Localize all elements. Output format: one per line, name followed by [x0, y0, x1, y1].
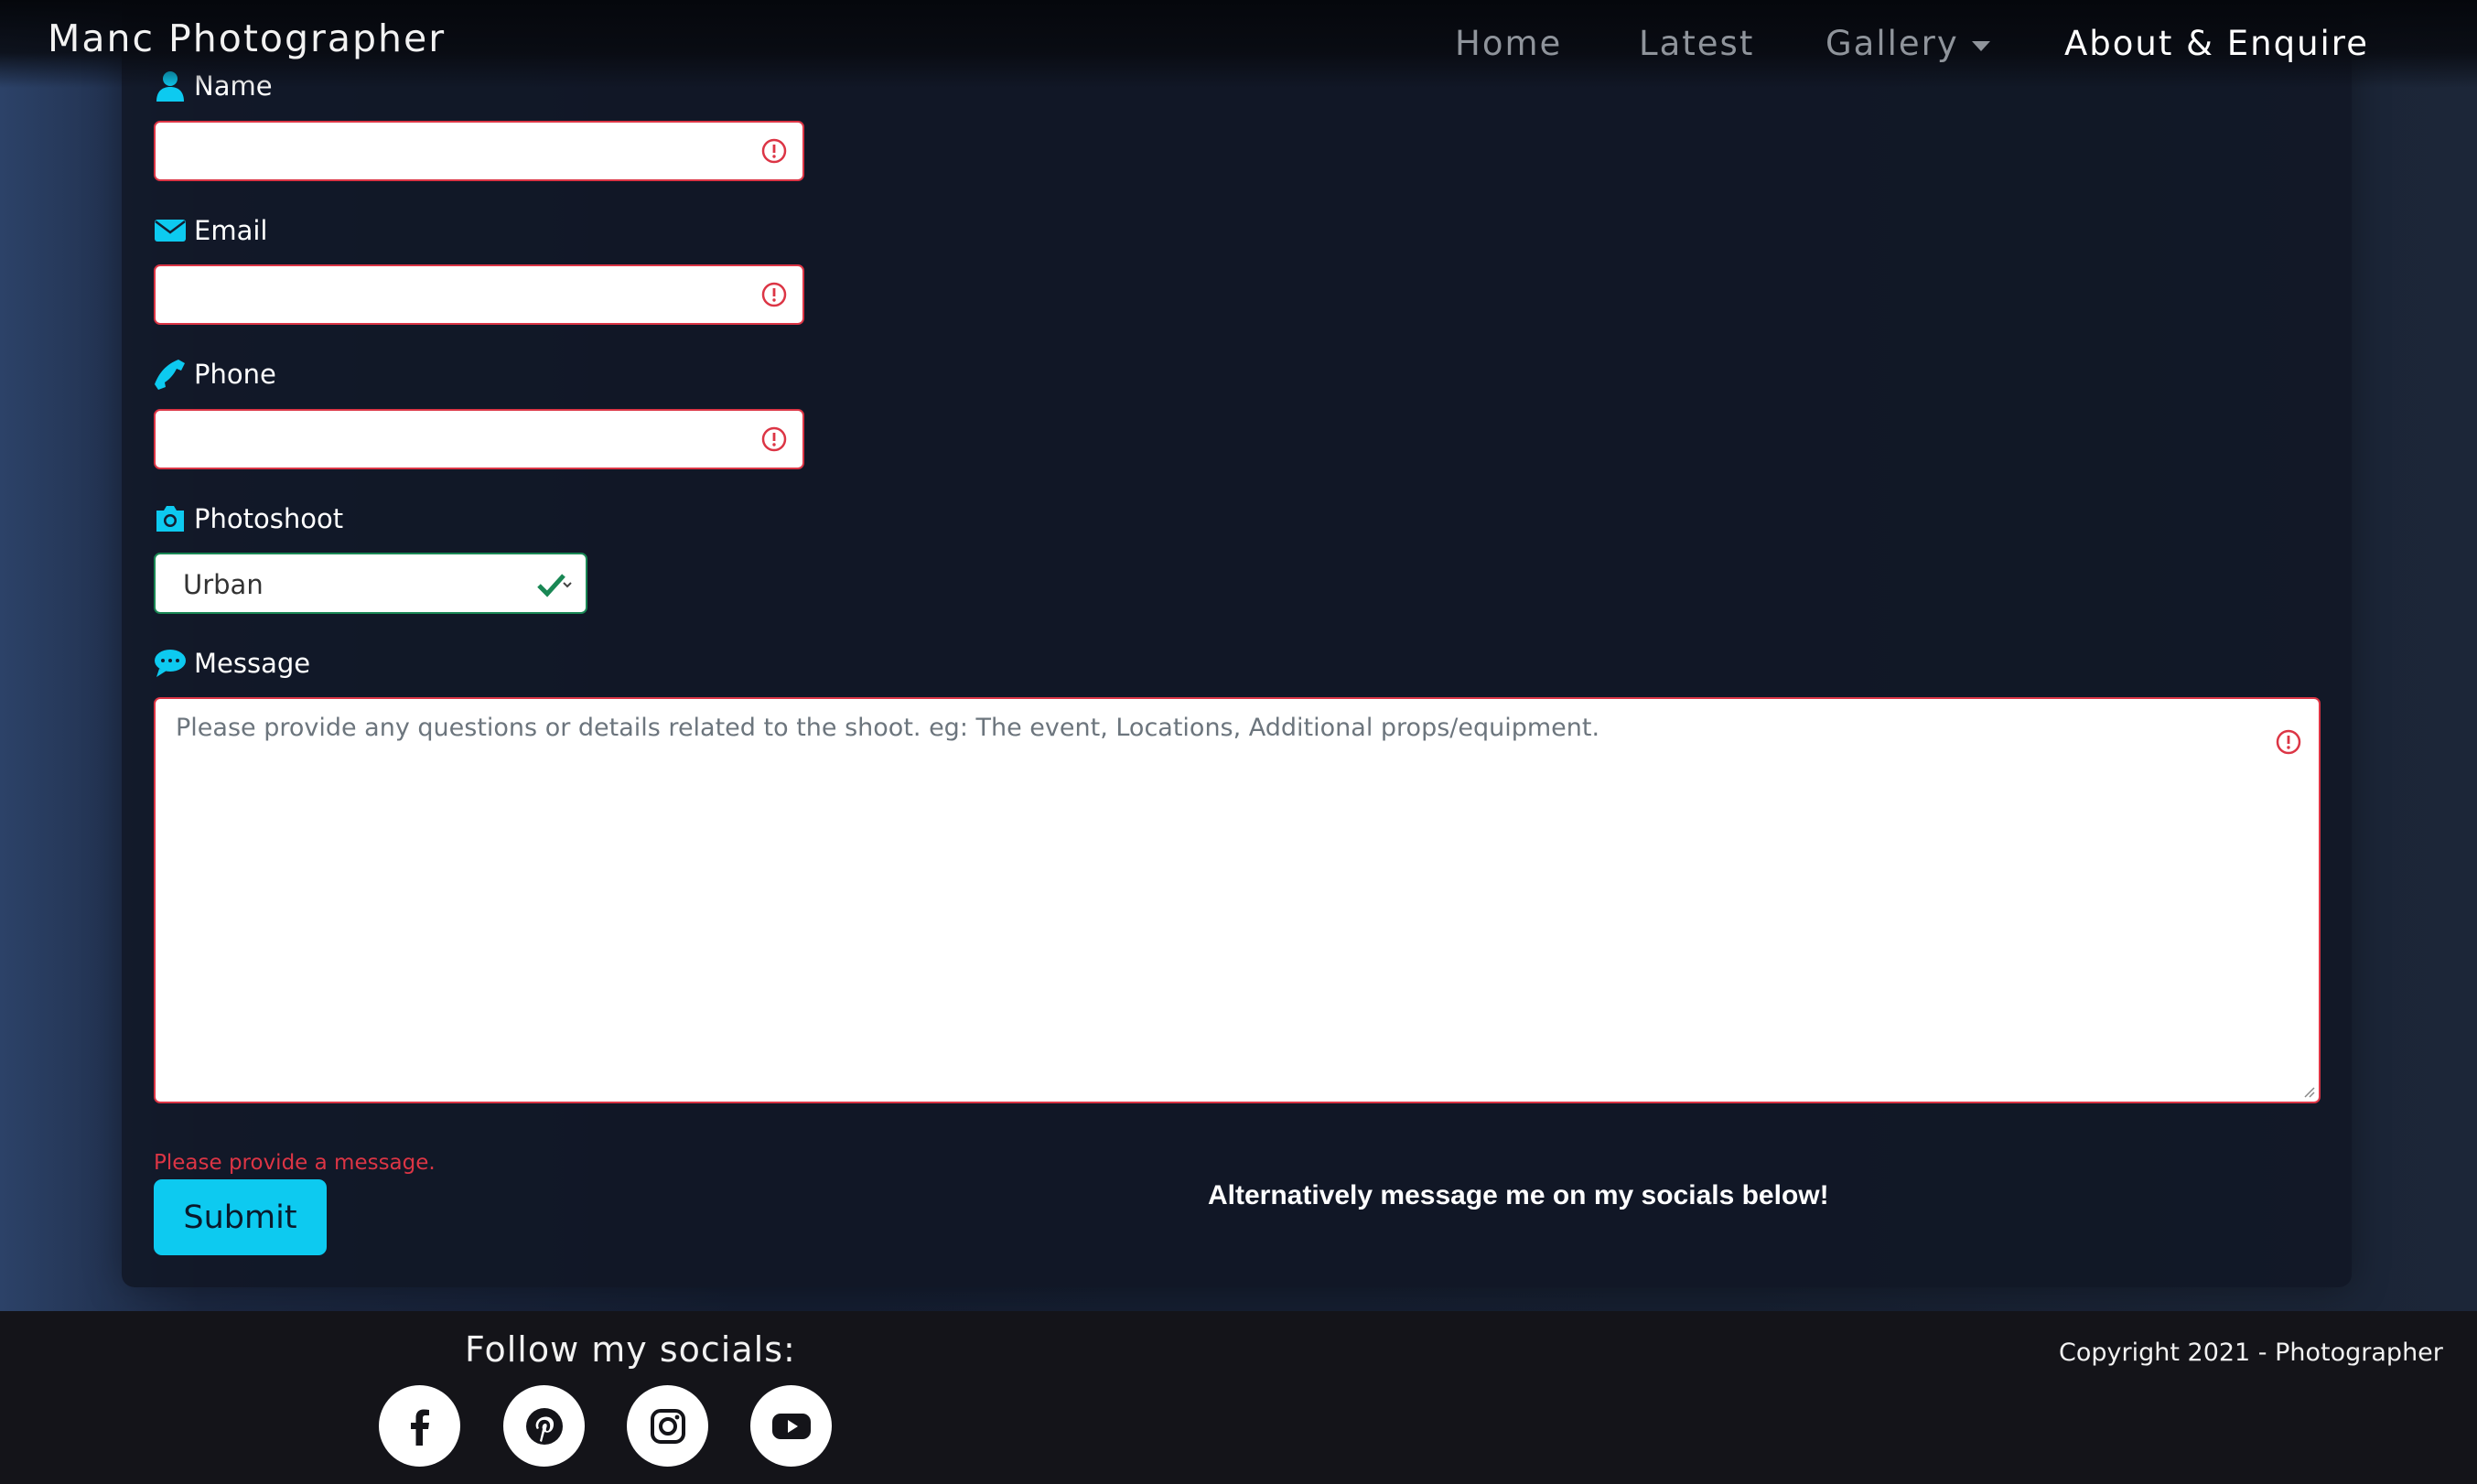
- nav-gallery-dropdown[interactable]: Gallery: [1825, 24, 1959, 63]
- envelope-icon: [154, 214, 187, 247]
- phone-label: Phone: [154, 358, 276, 391]
- nav-latest[interactable]: Latest: [1639, 24, 1754, 63]
- youtube-link[interactable]: [750, 1385, 832, 1467]
- photoshoot-label-text: Photoshoot: [194, 503, 344, 534]
- phone-input[interactable]: [156, 411, 802, 468]
- instagram-link[interactable]: [627, 1385, 708, 1467]
- email-input[interactable]: [156, 266, 802, 323]
- error-icon: [2276, 729, 2301, 755]
- error-icon: [761, 282, 787, 307]
- message-error-text: Please provide a message.: [154, 1151, 436, 1175]
- instagram-icon: [650, 1408, 685, 1444]
- photoshoot-label: Photoshoot: [154, 502, 343, 535]
- brand-logo[interactable]: Manc Photographer: [48, 16, 446, 60]
- message-textarea[interactable]: Please provide any questions or details …: [154, 697, 2321, 1103]
- submit-button[interactable]: Submit: [154, 1179, 327, 1255]
- photoshoot-select[interactable]: Urban: [154, 553, 587, 614]
- facebook-icon: [410, 1409, 429, 1446]
- email-label: Email: [154, 214, 267, 247]
- phone-icon: [154, 358, 187, 391]
- email-label-text: Email: [194, 215, 268, 246]
- resize-handle-icon[interactable]: [2302, 1085, 2315, 1098]
- pinterest-icon: [525, 1407, 563, 1445]
- copyright-text: Copyright 2021 - Photographer: [2059, 1339, 2443, 1367]
- alternative-contact-text: Alternatively message me on my socials b…: [1208, 1180, 1829, 1210]
- error-icon: [761, 426, 787, 452]
- comment-icon: [154, 647, 187, 680]
- pinterest-link[interactable]: [503, 1385, 585, 1467]
- nav-about-enquire[interactable]: About & Enquire: [2064, 24, 2369, 63]
- photoshoot-selected-value: Urban: [183, 569, 264, 600]
- navbar: Manc Photographer Home Latest Gallery Ab…: [0, 0, 2477, 88]
- nav-home[interactable]: Home: [1455, 24, 1562, 63]
- footer: Follow my socials: Copyright 2021 - Phot…: [0, 1311, 2477, 1484]
- facebook-link[interactable]: [379, 1385, 460, 1467]
- message-placeholder: Please provide any questions or details …: [176, 714, 1600, 742]
- check-icon: [537, 574, 572, 597]
- error-icon: [761, 138, 787, 164]
- phone-label-text: Phone: [194, 359, 276, 390]
- name-field[interactable]: [154, 121, 804, 181]
- youtube-icon: [771, 1413, 811, 1439]
- camera-icon: [154, 502, 187, 535]
- phone-field[interactable]: [154, 409, 804, 469]
- message-label-text: Message: [194, 648, 311, 679]
- message-label: Message: [154, 647, 310, 680]
- name-input[interactable]: [156, 123, 802, 179]
- email-field[interactable]: [154, 264, 804, 325]
- follow-heading: Follow my socials:: [465, 1329, 796, 1370]
- caret-down-icon[interactable]: [1972, 41, 1990, 51]
